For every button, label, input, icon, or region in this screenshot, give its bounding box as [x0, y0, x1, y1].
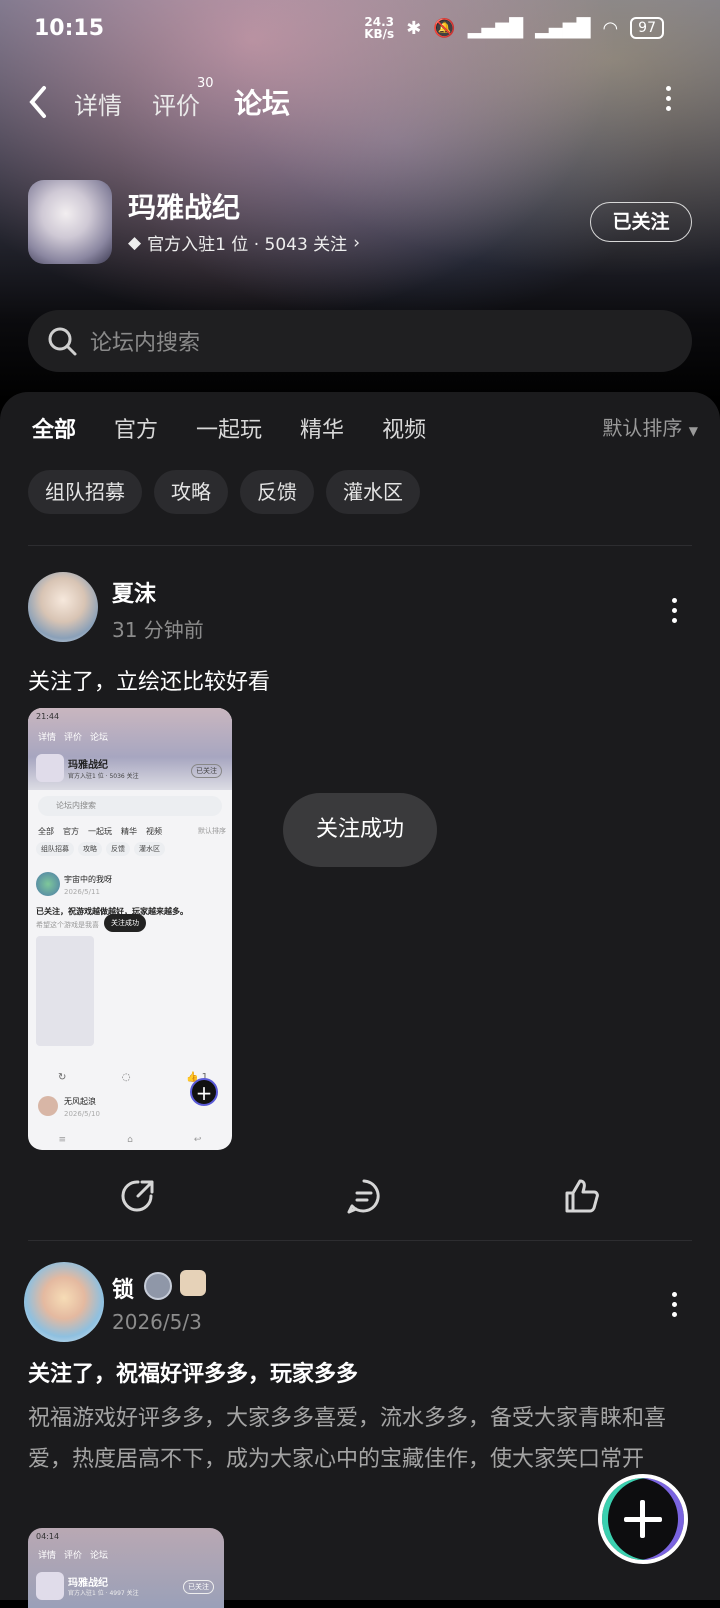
chip-feedback[interactable]: 反馈 — [240, 470, 314, 514]
divider — [28, 545, 692, 546]
mini-back-icon: ↩ — [193, 1135, 202, 1145]
status-icons: 24.3 KB/s ✱ 🔕 ▂▄▆█ ▂▄▆█ ◠ 97 — [364, 16, 664, 40]
level-badge-icon — [144, 1272, 172, 1300]
post-time: 31 分钟前 — [112, 618, 204, 642]
forum-tab-featured[interactable]: 精华 — [300, 412, 344, 444]
chip-guide[interactable]: 攻略 — [154, 470, 228, 514]
post-text: 关注了，立绘还比较好看 — [28, 670, 271, 695]
mini-share-icon: ↻ — [58, 1072, 67, 1083]
status-bar: 10:15 24.3 KB/s ✱ 🔕 ▂▄▆█ ▂▄▆█ ◠ 97 — [0, 0, 720, 60]
post-username-2[interactable]: 锁 — [112, 1272, 134, 1304]
comment-icon[interactable] — [344, 1176, 384, 1216]
status-time: 10:15 — [34, 16, 105, 41]
mini-sort: 默认排序 — [198, 827, 226, 835]
mini-actions: ↻ ◌ 👍 1 — [58, 1072, 208, 1083]
mini-user: 宇宙中的我呀 — [64, 875, 112, 884]
mini-date: 2026/5/11 — [64, 888, 100, 896]
mini-comment-icon: ◌ — [121, 1072, 131, 1083]
mini-text2: 希望这个游戏是我喜 — [36, 921, 99, 929]
tab-forum[interactable]: 论坛 — [234, 82, 291, 126]
mini-avatar — [36, 872, 60, 896]
mini-avatar-2 — [38, 1096, 58, 1116]
post-username[interactable]: 夏沫 — [112, 576, 156, 608]
post-body-2: 祝福游戏好评多多，大家多多喜爱，流水多多，备受大家青睐和喜爱，热度居高不下，成为… — [28, 1406, 667, 1472]
add-post-button[interactable] — [598, 1474, 688, 1564]
signal-icon: ▂▄▆█ — [467, 17, 524, 39]
mini-follow: 已关注 — [191, 764, 222, 778]
mini-search: 论坛内搜索 — [38, 796, 222, 816]
avatar[interactable] — [28, 572, 98, 642]
chip-team-recruit[interactable]: 组队招募 — [28, 470, 142, 514]
forum-tab-official[interactable]: 官方 — [114, 412, 158, 444]
forum-tab-video[interactable]: 视频 — [382, 412, 426, 444]
mini-nav: 详情 评价 论坛 — [38, 733, 109, 743]
game-meta[interactable]: ◆ 官方入驻1 位 · 5043 关注 › — [128, 230, 360, 256]
post-title-2: 关注了，祝福好评多多，玩家多多 — [28, 1362, 359, 1387]
chevron-right-icon: › — [353, 232, 360, 253]
mini-status-time: 21:44 — [36, 712, 60, 721]
dev-badge-icon — [180, 1270, 206, 1296]
like-icon[interactable] — [562, 1176, 602, 1216]
mini-user-2: 无风起浪 — [64, 1097, 96, 1106]
mini-date-2: 2026/5/10 — [64, 1110, 100, 1118]
mini-image — [36, 936, 94, 1046]
battery-indicator: 97 — [630, 17, 664, 39]
mini-menu-icon: ≡ — [58, 1135, 67, 1145]
mini-chips: 组队招募 攻略 反馈 灌水区 — [36, 842, 165, 856]
more-button[interactable] — [666, 86, 672, 116]
divider-2 — [28, 1240, 692, 1241]
mini-plus-icon: + — [190, 1078, 218, 1106]
back-button[interactable] — [26, 84, 50, 122]
search-bar[interactable]: 论坛内搜索 — [28, 310, 692, 372]
toast-message: 关注成功 — [283, 793, 437, 867]
triangle-down-icon: ▼ — [688, 424, 698, 438]
share-icon[interactable] — [118, 1176, 158, 1216]
game-info: 玛雅战纪 ◆ 官方入驻1 位 · 5043 关注 › 已关注 — [28, 180, 692, 266]
top-nav: 详情 评价 30 论坛 — [0, 70, 720, 130]
post-more-button-2[interactable] — [672, 1292, 677, 1322]
wifi-icon: ◠ — [602, 17, 619, 39]
network-speed: 24.3 KB/s — [364, 15, 395, 41]
mini-nav-2: 详情 评价 论坛 — [38, 1551, 109, 1561]
post-image-2[interactable]: 04:14 详情 评价 论坛 玛雅战纪 官方入驻1 位 · 4997 关注 已关… — [28, 1528, 224, 1608]
mini-game-icon-2 — [36, 1572, 64, 1600]
avatar-2[interactable] — [24, 1262, 104, 1342]
category-chips: 组队招募 攻略 反馈 灌水区 — [28, 470, 420, 514]
forum-tab-play-together[interactable]: 一起玩 — [196, 412, 262, 444]
chip-chat[interactable]: 灌水区 — [326, 470, 420, 514]
post-image[interactable]: 21:44 详情 评价 论坛 玛雅战纪 官方入驻1 位 · 5036 关注 已关… — [28, 708, 232, 1150]
chevron-left-icon — [29, 86, 46, 118]
mini-tabs: 全部 官方 一起玩 精华 视频 — [38, 827, 162, 836]
sort-dropdown[interactable]: 默认排序 ▼ — [602, 412, 698, 441]
reviews-count: 30 — [197, 76, 214, 91]
forum-tabs: 全部 官方 一起玩 精华 视频 — [32, 412, 426, 444]
forum-tab-all[interactable]: 全部 — [32, 412, 77, 444]
game-name: 玛雅战纪 — [128, 191, 241, 224]
follow-button[interactable]: 已关注 — [590, 202, 692, 242]
mini-game-name: 玛雅战纪 — [68, 760, 108, 771]
search-icon — [48, 327, 77, 356]
post-time-2: 2026/5/3 — [112, 1310, 202, 1334]
mini-game-sub: 官方入驻1 位 · 5036 关注 — [68, 773, 139, 780]
mini-home-icon: ⌂ — [127, 1135, 133, 1145]
mini-navbar: ≡ ⌂ ↩ — [28, 1130, 232, 1150]
mini-toast: 关注成功 — [104, 914, 146, 932]
tab-details[interactable]: 详情 — [74, 86, 122, 121]
post-more-button[interactable] — [672, 598, 677, 628]
mute-icon: 🔕 — [433, 17, 456, 39]
mini-game-icon — [36, 754, 64, 782]
game-meta-text: 官方入驻1 位 · 5043 关注 — [147, 235, 348, 255]
sort-label: 默认排序 — [602, 416, 683, 440]
tab-forum-label: 论坛 — [234, 87, 291, 120]
signal-icon-2: ▂▄▆█ — [535, 17, 591, 39]
bluetooth-icon: ✱ — [406, 17, 422, 39]
diamond-icon: ◆ — [128, 232, 142, 253]
search-placeholder: 论坛内搜索 — [90, 331, 201, 356]
tab-reviews[interactable]: 评价 — [152, 86, 200, 121]
game-icon[interactable] — [28, 180, 112, 264]
